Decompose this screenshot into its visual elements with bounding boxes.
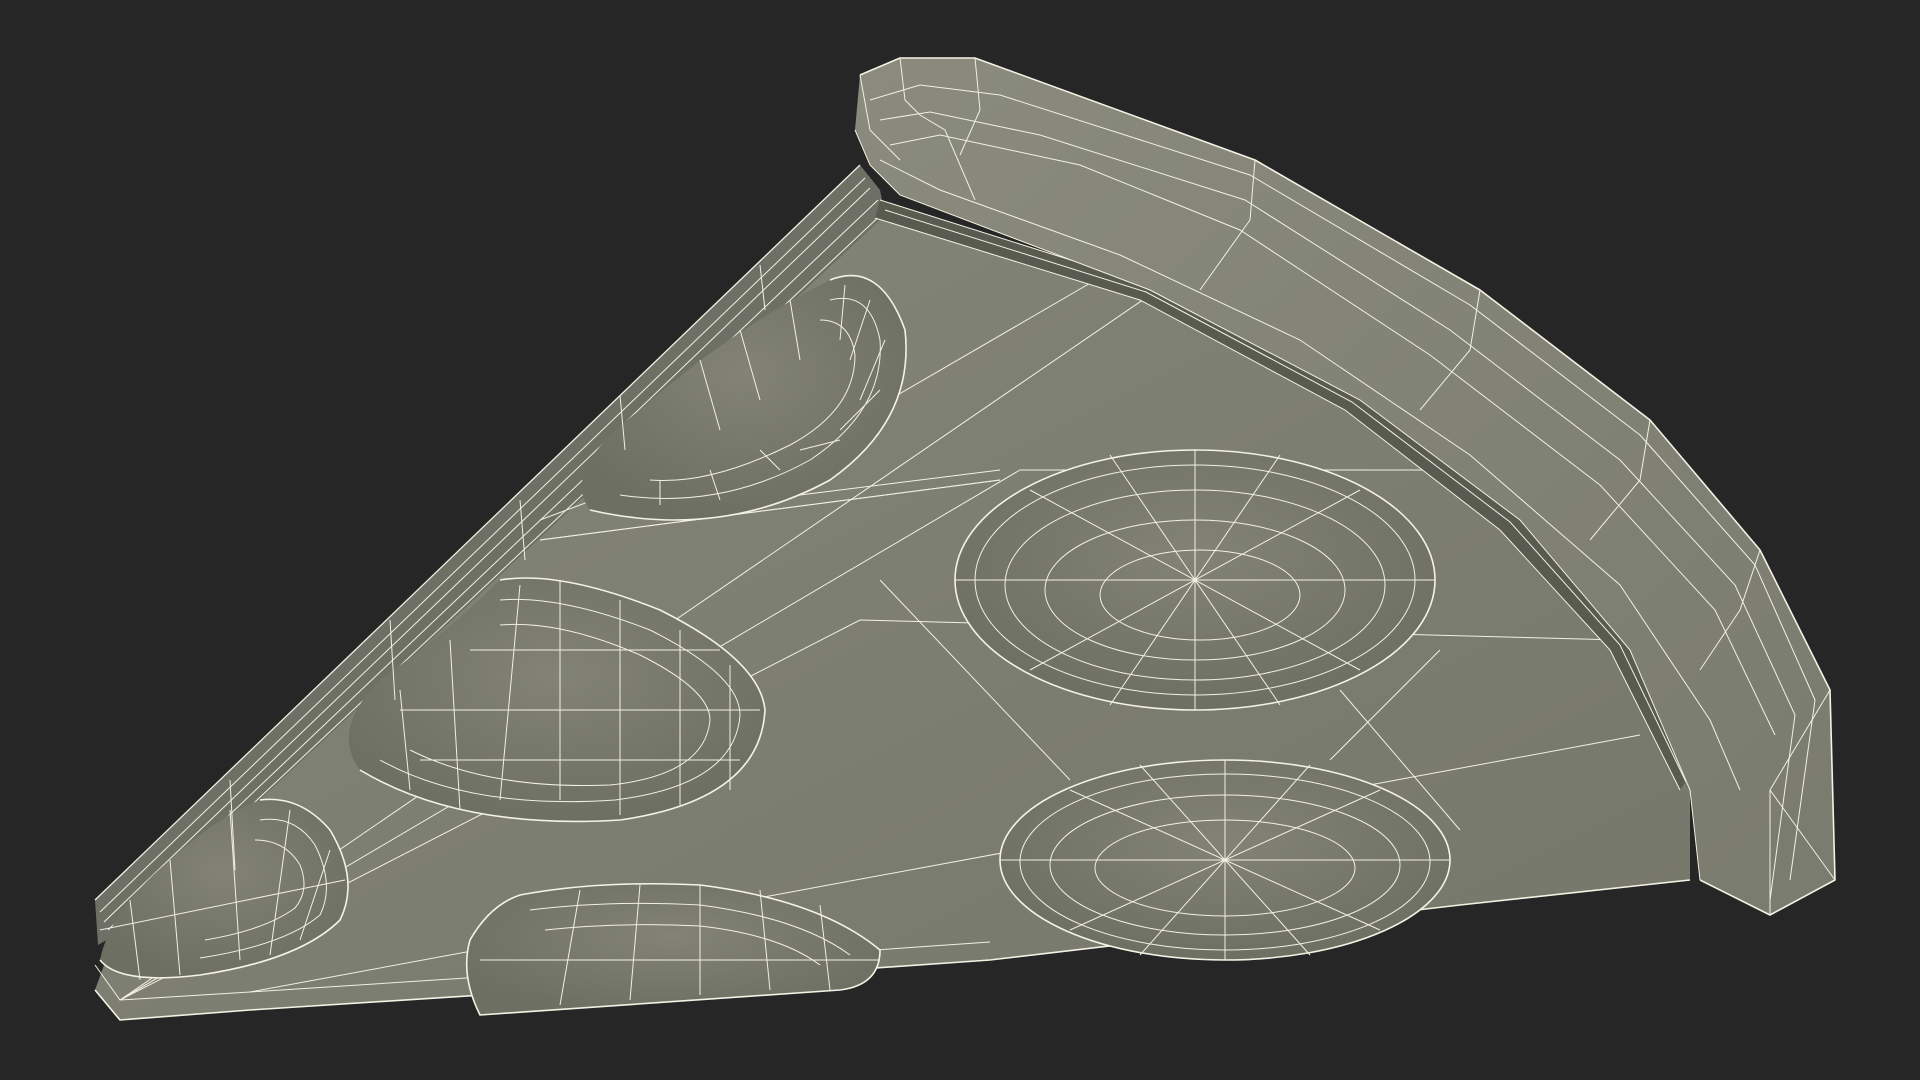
pepperoni-4 [999,759,1451,961]
pepperoni-2 [954,449,1436,711]
render-viewport [94,57,1836,1021]
